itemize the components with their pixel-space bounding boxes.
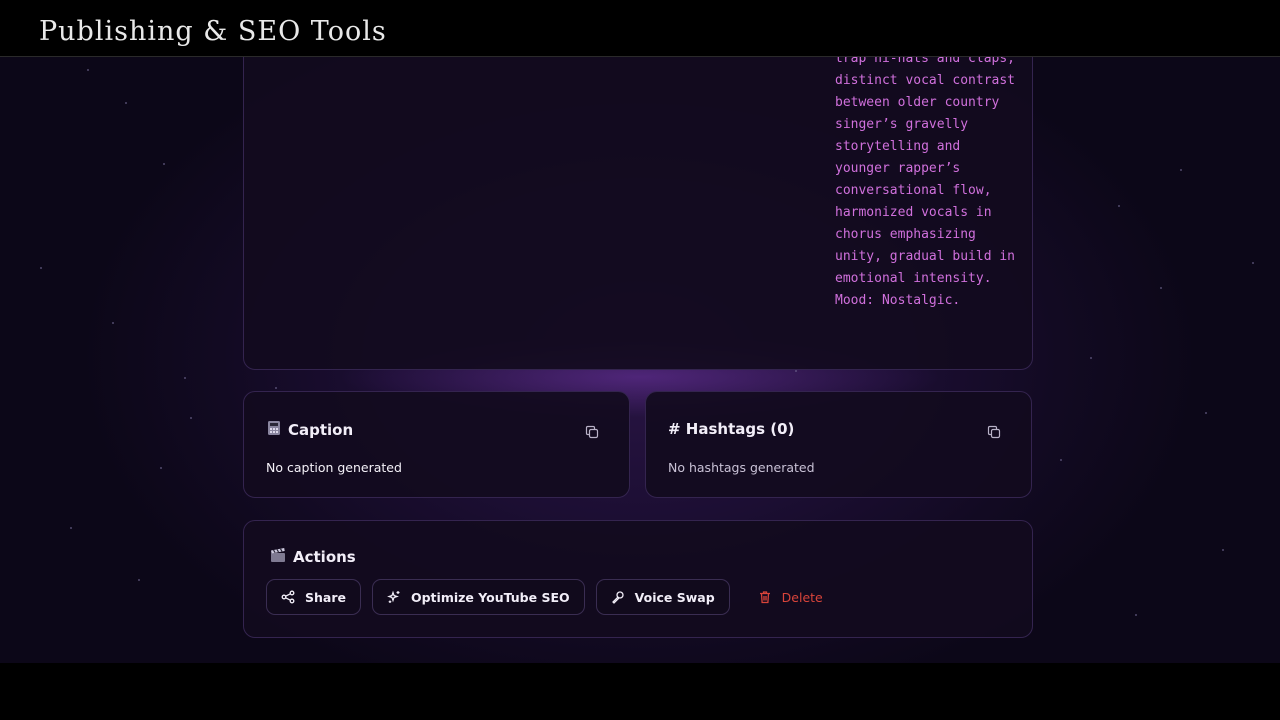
trash-icon <box>759 591 770 604</box>
star-dot <box>138 579 140 581</box>
star-dot <box>1090 357 1092 359</box>
star-dot <box>163 163 165 165</box>
copy-caption-button[interactable] <box>585 424 599 439</box>
title-bar: Publishing & SEO Tools <box>0 0 1280 57</box>
actions-title: Actions <box>293 548 356 566</box>
hashtags-header: # Hashtags (0) <box>668 420 794 438</box>
hashtags-body: No hashtags generated <box>668 460 815 475</box>
description-card: snare/kick with crisp trap hi-hats and c… <box>243 57 1033 370</box>
caption-card: Caption No caption generated <box>243 391 630 498</box>
star-dot <box>112 322 114 324</box>
copy-hashtags-button[interactable] <box>987 424 1001 439</box>
star-dot <box>1135 614 1137 616</box>
share-icon <box>281 590 295 604</box>
copy-icon <box>987 425 1001 439</box>
star-dot <box>1252 262 1254 264</box>
share-button[interactable]: Share <box>266 579 361 615</box>
star-dot <box>87 69 89 71</box>
voice-swap-label: Voice Swap <box>634 589 715 605</box>
bottom-bar <box>0 663 1280 720</box>
hashtags-card: # Hashtags (0) No hashtags generated <box>645 391 1032 498</box>
content-viewport[interactable]: snare/kick with crisp trap hi-hats and c… <box>0 57 1280 663</box>
actions-button-row: Share Optimize YouTube SEO Voice Swap De… <box>266 579 840 615</box>
star-dot <box>1222 549 1224 551</box>
actions-header: Actions <box>270 547 356 567</box>
share-label: Share <box>305 589 346 605</box>
caption-body: No caption generated <box>266 460 402 475</box>
star-dot <box>1160 287 1162 289</box>
sparkles-icon <box>387 590 400 603</box>
actions-card: Actions Share Optimize YouTube SEO Voice… <box>243 520 1033 638</box>
caption-header: Caption <box>266 420 353 440</box>
star-dot <box>160 467 162 469</box>
star-dot <box>70 527 72 529</box>
star-dot <box>275 387 277 389</box>
delete-label: Delete <box>781 589 823 605</box>
calculator-icon <box>266 420 282 440</box>
optimize-seo-button[interactable]: Optimize YouTube SEO <box>371 579 585 615</box>
hashtags-title: # Hashtags (0) <box>668 420 795 438</box>
star-dot <box>1060 459 1062 461</box>
microphone-icon <box>611 591 624 604</box>
window-title: Publishing & SEO Tools <box>39 16 387 47</box>
voice-swap-button[interactable]: Voice Swap <box>595 579 730 615</box>
star-dot <box>40 267 42 269</box>
star-dot <box>125 102 127 104</box>
clapperboard-icon <box>270 547 286 567</box>
star-dot <box>1118 205 1120 207</box>
star-dot <box>1180 169 1182 171</box>
copy-icon <box>585 425 599 439</box>
delete-button[interactable]: Delete <box>741 579 840 615</box>
description-text: snare/kick with crisp trap hi-hats and c… <box>835 57 1016 308</box>
star-dot <box>190 417 192 419</box>
caption-title: Caption <box>288 421 354 439</box>
optimize-seo-label: Optimize YouTube SEO <box>410 589 570 605</box>
star-dot <box>1205 412 1207 414</box>
star-dot <box>795 370 797 372</box>
star-dot <box>184 377 186 379</box>
